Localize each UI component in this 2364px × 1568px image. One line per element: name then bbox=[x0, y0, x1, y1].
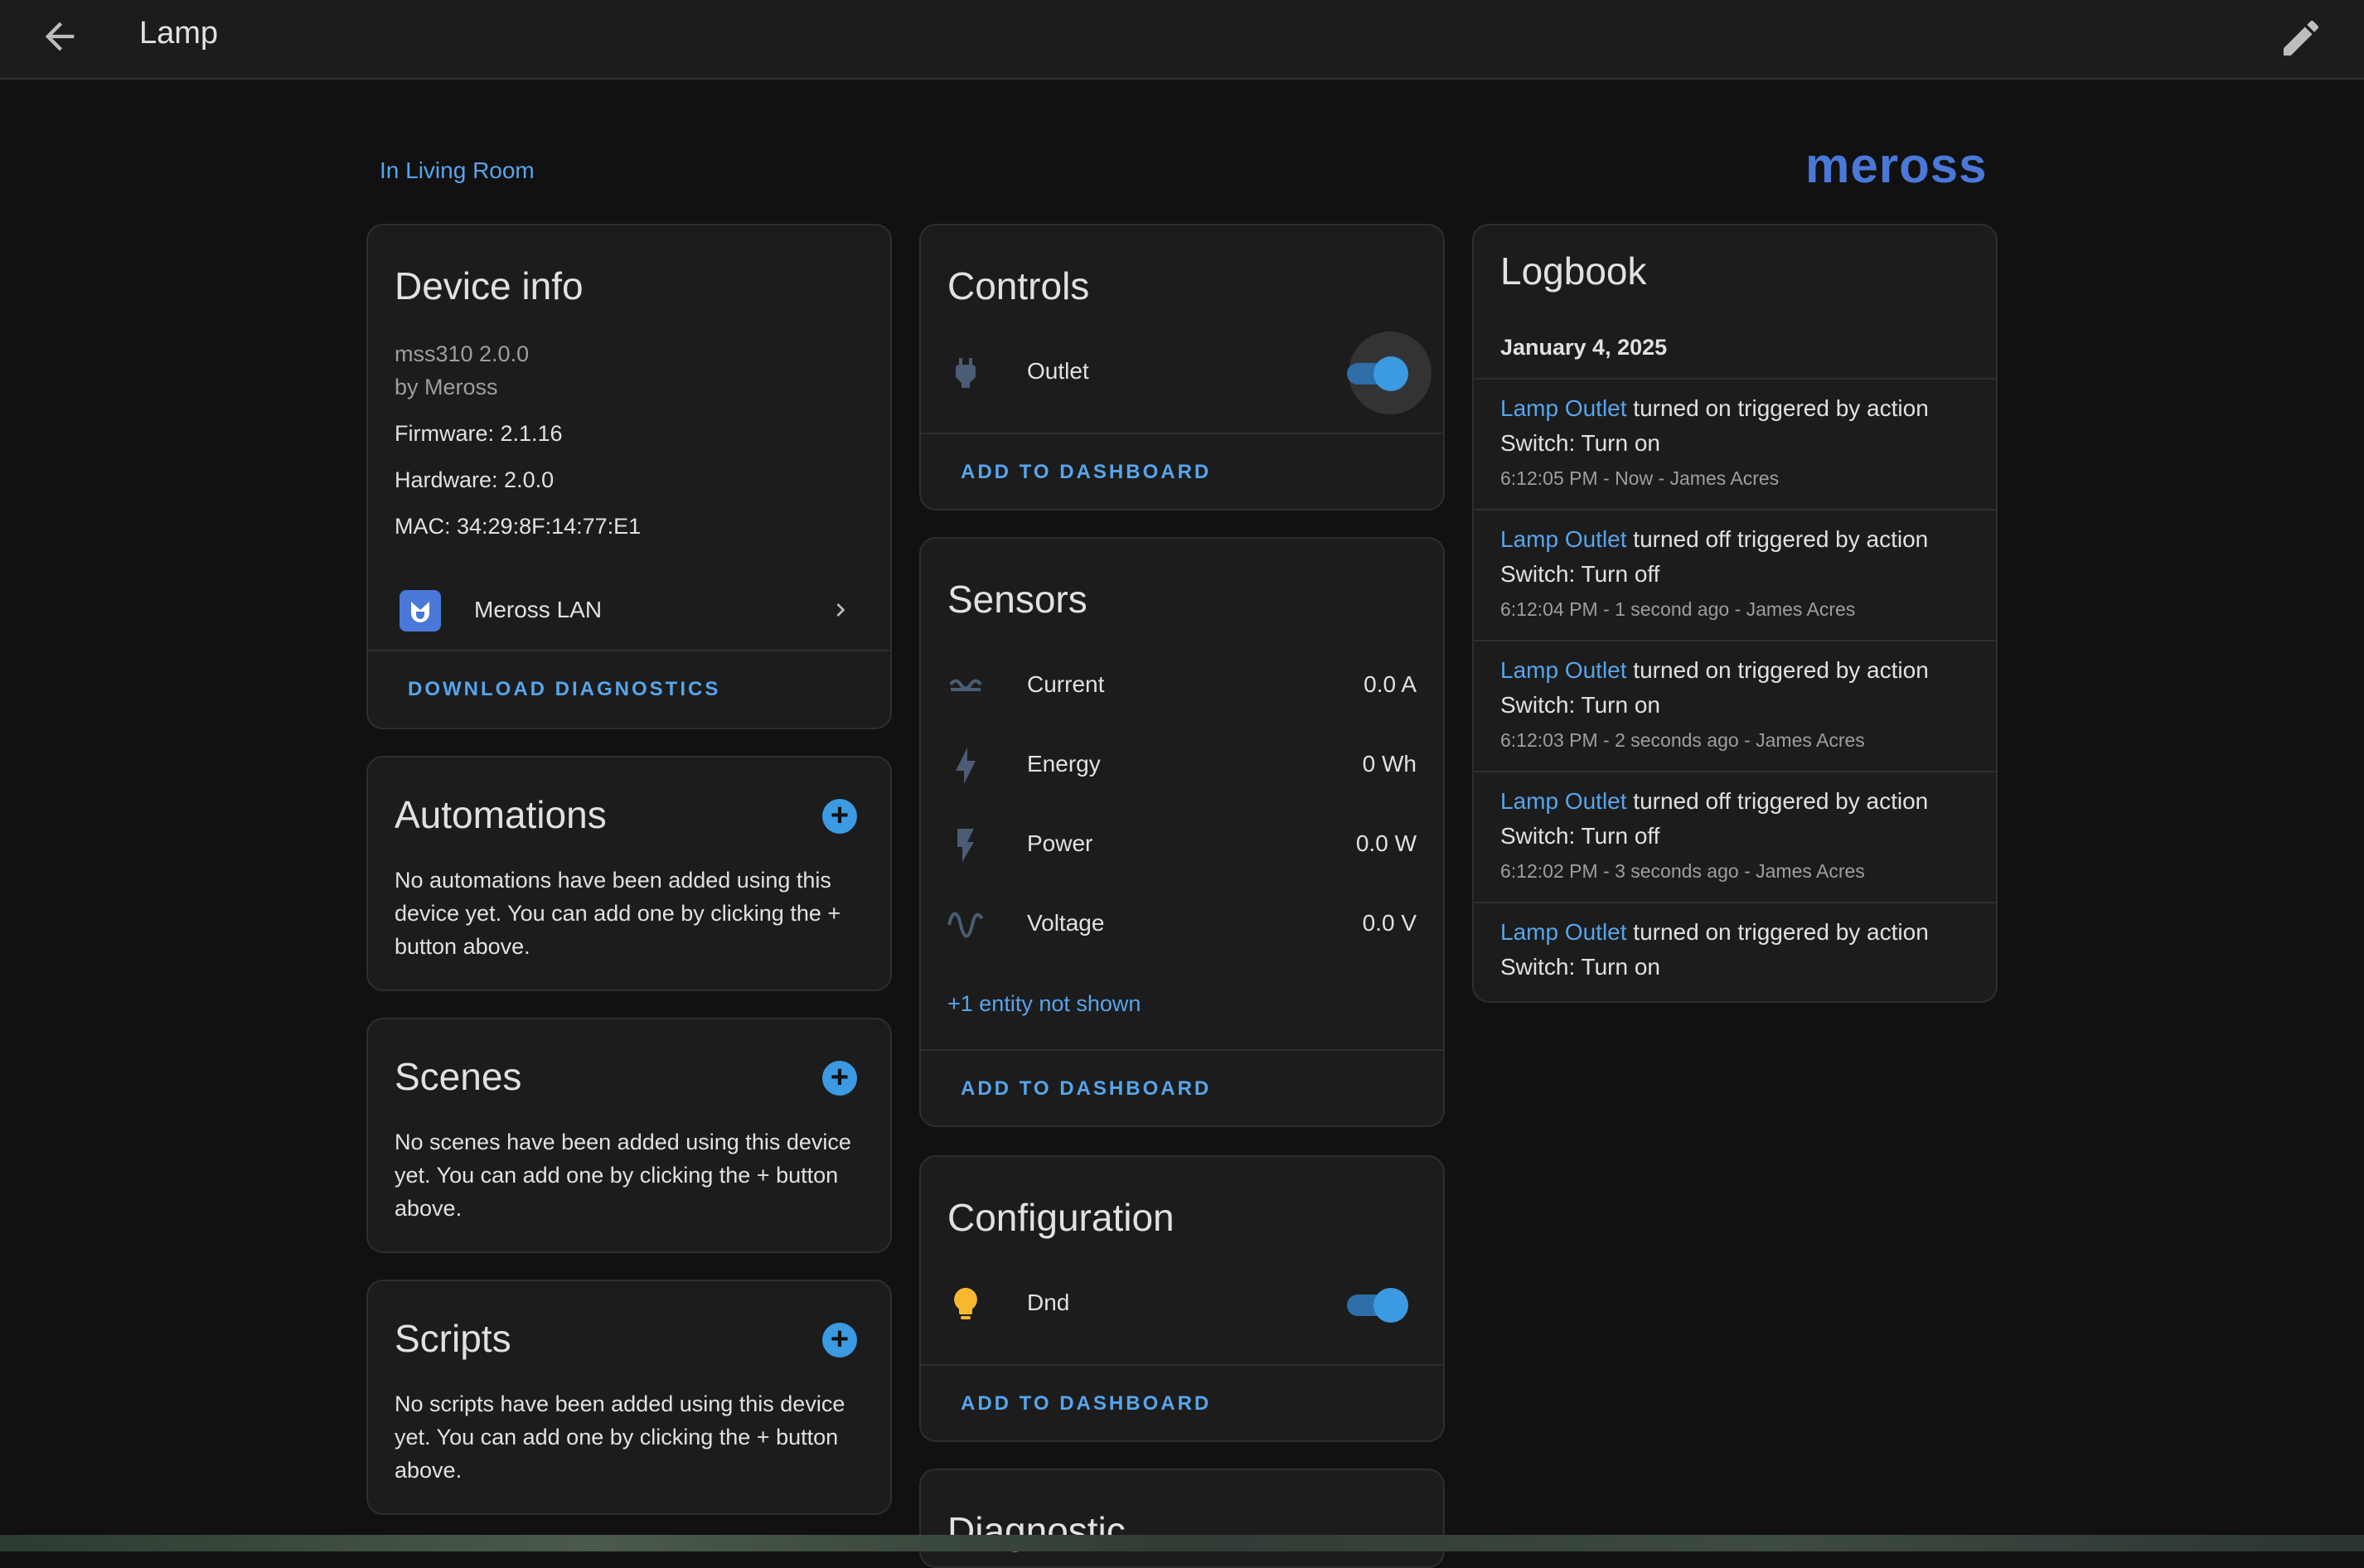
log-meta: 6:12:05 PM - Now - James Acres bbox=[1500, 467, 1780, 489]
lightbulb-icon bbox=[954, 1288, 977, 1319]
area-link[interactable]: In Living Room bbox=[380, 157, 535, 184]
outlet-label: Outlet bbox=[1027, 358, 1089, 384]
diagnostic-card: Diagnostic bbox=[919, 1469, 1445, 1568]
configuration-add-to-dashboard-button[interactable]: ADD TO DASHBOARD bbox=[961, 1392, 1211, 1416]
integration-label: Meross LAN bbox=[474, 597, 603, 622]
log-divider bbox=[1474, 378, 1996, 380]
sensor-label: Voltage bbox=[1027, 910, 1105, 936]
log-context: Switch: Turn on bbox=[1500, 430, 1660, 456]
log-context: Switch: Turn off bbox=[1500, 561, 1660, 587]
log-entry: Lamp Outlet turned off triggered by acti… bbox=[1500, 522, 1976, 592]
scripts-empty-text: No scripts have been added using this de… bbox=[395, 1391, 845, 1483]
log-entity-link[interactable]: Lamp Outlet bbox=[1500, 395, 1627, 421]
log-entry: Lamp Outlet turned on triggered by actio… bbox=[1500, 653, 1976, 723]
toggle-knob bbox=[1373, 356, 1408, 391]
log-entry: Lamp Outlet turned on triggered by actio… bbox=[1500, 391, 1976, 461]
mac-address: MAC: 34:29:8F:14:77:E1 bbox=[395, 514, 642, 539]
log-divider bbox=[1474, 902, 1996, 903]
controls-add-to-dashboard-button[interactable]: ADD TO DASHBOARD bbox=[961, 461, 1211, 484]
sensors-card: Sensors Current 0.0 A Energy 0 Wh Power … bbox=[919, 537, 1445, 1127]
configuration-title: Configuration bbox=[947, 1196, 1175, 1239]
sensor-value: 0.0 A bbox=[1364, 671, 1417, 697]
device-info-card: Device info mss310 2.0.0 by Meross Firmw… bbox=[366, 224, 892, 729]
logbook-card: Logbook January 4, 2025 Lamp Outlet turn… bbox=[1472, 224, 1998, 1003]
scenes-card: Scenes + No scenes have been added using… bbox=[366, 1018, 892, 1253]
controls-card: Controls Outlet ADD TO DASHBOARD bbox=[919, 224, 1445, 511]
svg-text:meross: meross bbox=[1805, 141, 1987, 193]
dnd-toggle[interactable] bbox=[1344, 1285, 1410, 1324]
sine-wave-icon bbox=[947, 912, 984, 938]
controls-title: Controls bbox=[947, 264, 1090, 307]
log-entity-link[interactable]: Lamp Outlet bbox=[1500, 788, 1627, 814]
hidden-entities-link[interactable]: +1 entity not shown bbox=[947, 991, 1141, 1017]
log-text: turned on triggered by action bbox=[1626, 395, 1929, 421]
top-app-bar: Lamp bbox=[0, 0, 2364, 80]
automations-card: Automations + No automations have been a… bbox=[366, 756, 892, 991]
hardware-version: Hardware: 2.0.0 bbox=[395, 467, 555, 492]
outlet-toggle[interactable] bbox=[1344, 353, 1410, 393]
edit-pencil-icon[interactable] bbox=[2278, 15, 2324, 61]
log-context: Switch: Turn on bbox=[1500, 692, 1660, 718]
desktop-wallpaper-strip bbox=[0, 1535, 2364, 1551]
log-divider bbox=[1474, 771, 1996, 772]
log-text: turned off triggered by action bbox=[1626, 526, 1929, 552]
add-script-button[interactable]: + bbox=[822, 1323, 857, 1357]
automations-title: Automations bbox=[395, 793, 607, 836]
meross-brand-logo: meross bbox=[1805, 141, 1987, 193]
sensor-value: 0.0 W bbox=[1355, 830, 1417, 856]
sensors-add-to-dashboard-button[interactable]: ADD TO DASHBOARD bbox=[961, 1077, 1211, 1101]
log-meta: 6:12:03 PM - 2 seconds ago - James Acres bbox=[1500, 729, 1865, 751]
sensor-label: Current bbox=[1027, 671, 1105, 697]
add-scene-button[interactable]: + bbox=[822, 1061, 857, 1096]
meross-lan-icon bbox=[400, 590, 441, 632]
logbook-title: Logbook bbox=[1500, 249, 1647, 293]
sensor-value: 0 Wh bbox=[1362, 751, 1417, 777]
log-meta: 6:12:04 PM - 1 second ago - James Acres bbox=[1500, 598, 1856, 620]
log-entity-link[interactable]: Lamp Outlet bbox=[1500, 526, 1627, 552]
automations-empty-text: No automations have been added using thi… bbox=[395, 868, 841, 959]
scenes-empty-text: No scenes have been added using this dev… bbox=[395, 1130, 851, 1221]
back-arrow-icon[interactable] bbox=[38, 15, 81, 58]
log-entry: Lamp Outlet turned off triggered by acti… bbox=[1500, 784, 1976, 854]
sensor-label: Energy bbox=[1027, 751, 1101, 777]
log-text: turned off triggered by action bbox=[1626, 788, 1929, 814]
add-automation-button[interactable]: + bbox=[822, 799, 857, 834]
device-model: mss310 2.0.0 bbox=[395, 341, 530, 366]
card-divider bbox=[921, 1364, 1443, 1366]
device-manufacturer: by Meross bbox=[395, 375, 498, 399]
card-divider bbox=[921, 433, 1443, 434]
log-divider bbox=[1474, 640, 1996, 641]
log-divider bbox=[1474, 509, 1996, 511]
log-entry: Lamp Outlet turned on triggered by actio… bbox=[1500, 915, 1976, 985]
sensors-title: Sensors bbox=[947, 578, 1088, 621]
integration-row[interactable]: Meross LAN bbox=[368, 573, 890, 648]
card-divider bbox=[368, 650, 890, 651]
log-meta: 6:12:02 PM - 3 seconds ago - James Acres bbox=[1500, 860, 1865, 882]
log-entity-link[interactable]: Lamp Outlet bbox=[1500, 919, 1627, 945]
log-context: Switch: Turn off bbox=[1500, 823, 1660, 849]
firmware-version: Firmware: 2.1.16 bbox=[395, 421, 563, 446]
configuration-card: Configuration Dnd ADD TO DASHBOARD bbox=[919, 1155, 1445, 1442]
dnd-label: Dnd bbox=[1027, 1290, 1070, 1315]
sensor-value: 0.0 V bbox=[1362, 910, 1417, 936]
card-divider bbox=[921, 1049, 1443, 1051]
power-plug-icon bbox=[956, 358, 976, 388]
log-text: turned on triggered by action bbox=[1626, 919, 1929, 945]
scripts-card: Scripts + No scripts have been added usi… bbox=[366, 1280, 892, 1515]
download-diagnostics-button[interactable]: DOWNLOAD DIAGNOSTICS bbox=[408, 678, 720, 701]
log-entity-link[interactable]: Lamp Outlet bbox=[1500, 657, 1627, 683]
toggle-knob bbox=[1373, 1288, 1408, 1323]
log-context: Switch: Turn on bbox=[1500, 954, 1660, 980]
log-text: turned on triggered by action bbox=[1626, 657, 1929, 683]
scripts-title: Scripts bbox=[395, 1317, 511, 1360]
flash-icon bbox=[957, 829, 974, 862]
chevron-right-icon bbox=[836, 603, 845, 617]
device-info-title: Device info bbox=[395, 264, 584, 307]
logbook-date: January 4, 2025 bbox=[1500, 335, 1668, 360]
page-title: Lamp bbox=[139, 16, 219, 51]
scenes-title: Scenes bbox=[395, 1055, 522, 1098]
sensor-label: Power bbox=[1027, 830, 1093, 856]
current-ac-icon bbox=[949, 679, 982, 691]
lightning-bolt-icon bbox=[956, 748, 976, 784]
